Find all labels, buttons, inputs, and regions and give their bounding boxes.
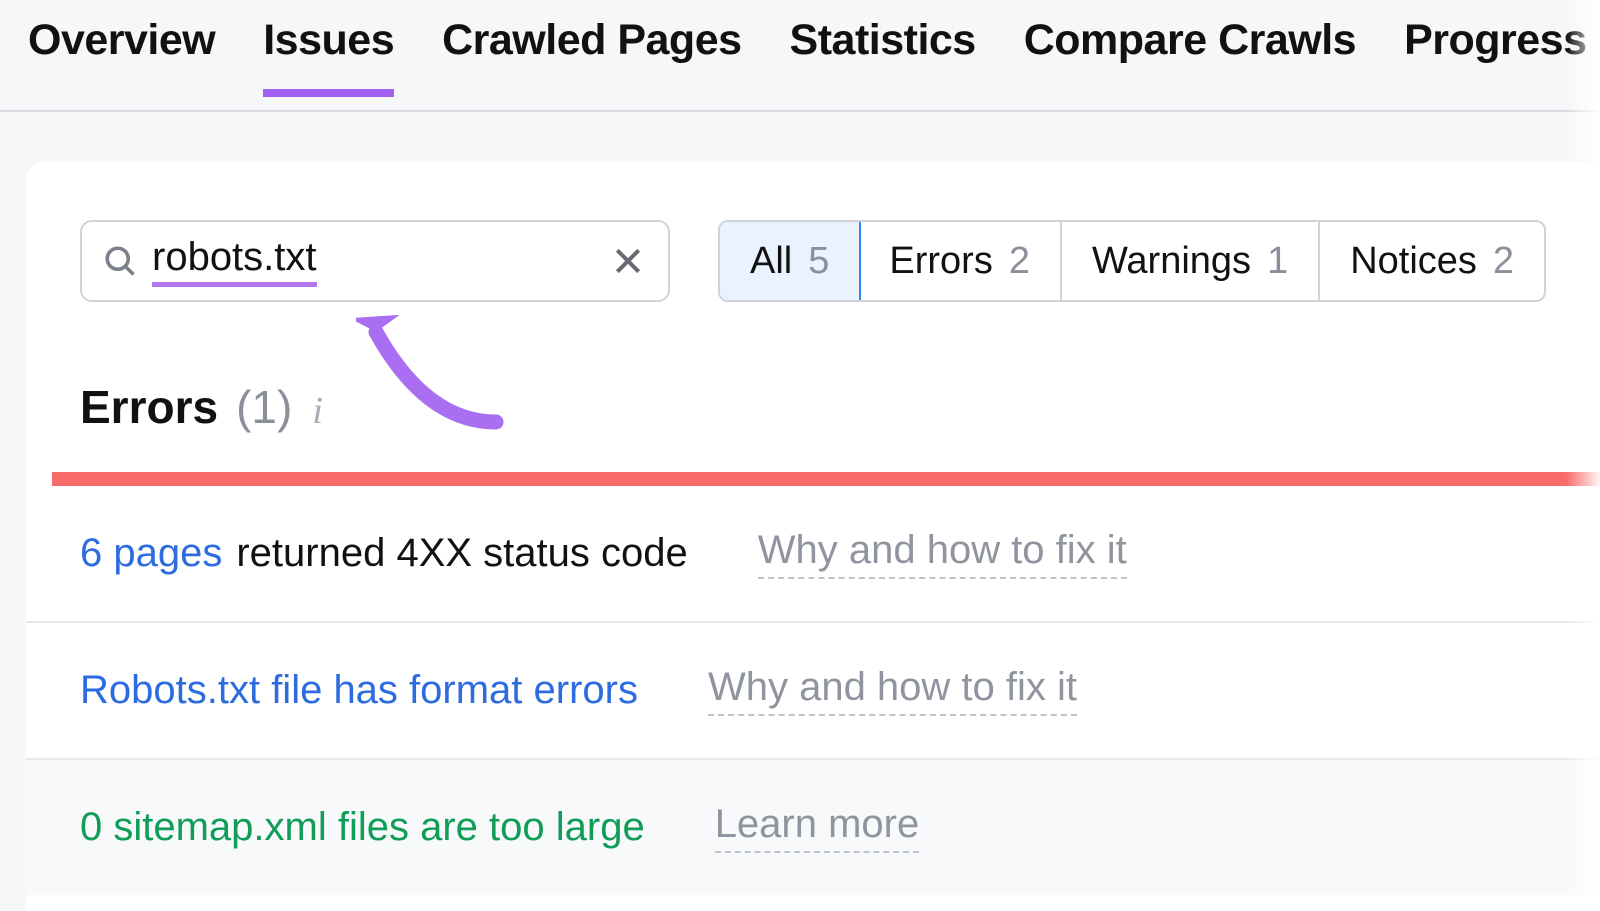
filter-segment: All 5 Errors 2 Warnings 1 Notices 2 bbox=[718, 220, 1546, 302]
tab-compare-crawls[interactable]: Compare Crawls bbox=[1024, 16, 1356, 95]
filter-all[interactable]: All 5 bbox=[718, 220, 861, 302]
section-count: (1) bbox=[236, 380, 292, 434]
tab-navigation: Overview Issues Crawled Pages Statistics… bbox=[0, 0, 1600, 112]
issue-row: Robots.txt file has format errors Why an… bbox=[26, 623, 1600, 760]
tab-overview[interactable]: Overview bbox=[28, 16, 215, 95]
issues-panel: robots.txt All 5 Errors 2 Warnings 1 Not bbox=[26, 162, 1600, 911]
issue-link[interactable]: Robots.txt file has format errors bbox=[80, 668, 638, 713]
issue-row: 0 sitemap.xml files are too large Learn … bbox=[26, 760, 1600, 895]
tab-issues[interactable]: Issues bbox=[263, 16, 394, 95]
issue-help-link[interactable]: Why and how to fix it bbox=[708, 665, 1077, 716]
filter-errors[interactable]: Errors 2 bbox=[859, 222, 1062, 300]
tab-crawled-pages[interactable]: Crawled Pages bbox=[442, 16, 741, 95]
filter-notices[interactable]: Notices 2 bbox=[1320, 222, 1544, 300]
section-rule bbox=[52, 472, 1600, 486]
tab-progress[interactable]: Progress bbox=[1404, 16, 1586, 95]
issue-row: 6 pages returned 4XX status code Why and… bbox=[26, 486, 1600, 623]
filter-count: 5 bbox=[808, 240, 829, 283]
filter-label: All bbox=[750, 240, 792, 283]
filter-label: Notices bbox=[1350, 240, 1477, 283]
issue-help-link[interactable]: Learn more bbox=[715, 802, 920, 853]
clear-search-icon[interactable] bbox=[612, 245, 644, 277]
issue-link[interactable]: 0 sitemap.xml files are too large bbox=[80, 805, 645, 850]
filter-count: 2 bbox=[1493, 240, 1514, 283]
section-header-errors: Errors (1) i bbox=[26, 302, 1600, 472]
info-icon[interactable]: i bbox=[310, 389, 323, 433]
filter-label: Warnings bbox=[1092, 240, 1251, 283]
search-icon bbox=[102, 243, 138, 279]
issue-help-link[interactable]: Why and how to fix it bbox=[758, 528, 1127, 579]
filter-count: 1 bbox=[1267, 240, 1288, 283]
tab-statistics[interactable]: Statistics bbox=[790, 16, 976, 95]
issue-link[interactable]: 6 pages bbox=[80, 531, 222, 576]
section-title: Errors bbox=[80, 380, 218, 434]
filter-label: Errors bbox=[889, 240, 992, 283]
filter-warnings[interactable]: Warnings 1 bbox=[1062, 222, 1320, 300]
search-value: robots.txt bbox=[152, 235, 317, 287]
controls-row: robots.txt All 5 Errors 2 Warnings 1 Not bbox=[26, 220, 1600, 302]
search-input[interactable]: robots.txt bbox=[80, 220, 670, 302]
filter-count: 2 bbox=[1009, 240, 1030, 283]
issue-text: returned 4XX status code bbox=[236, 531, 687, 576]
